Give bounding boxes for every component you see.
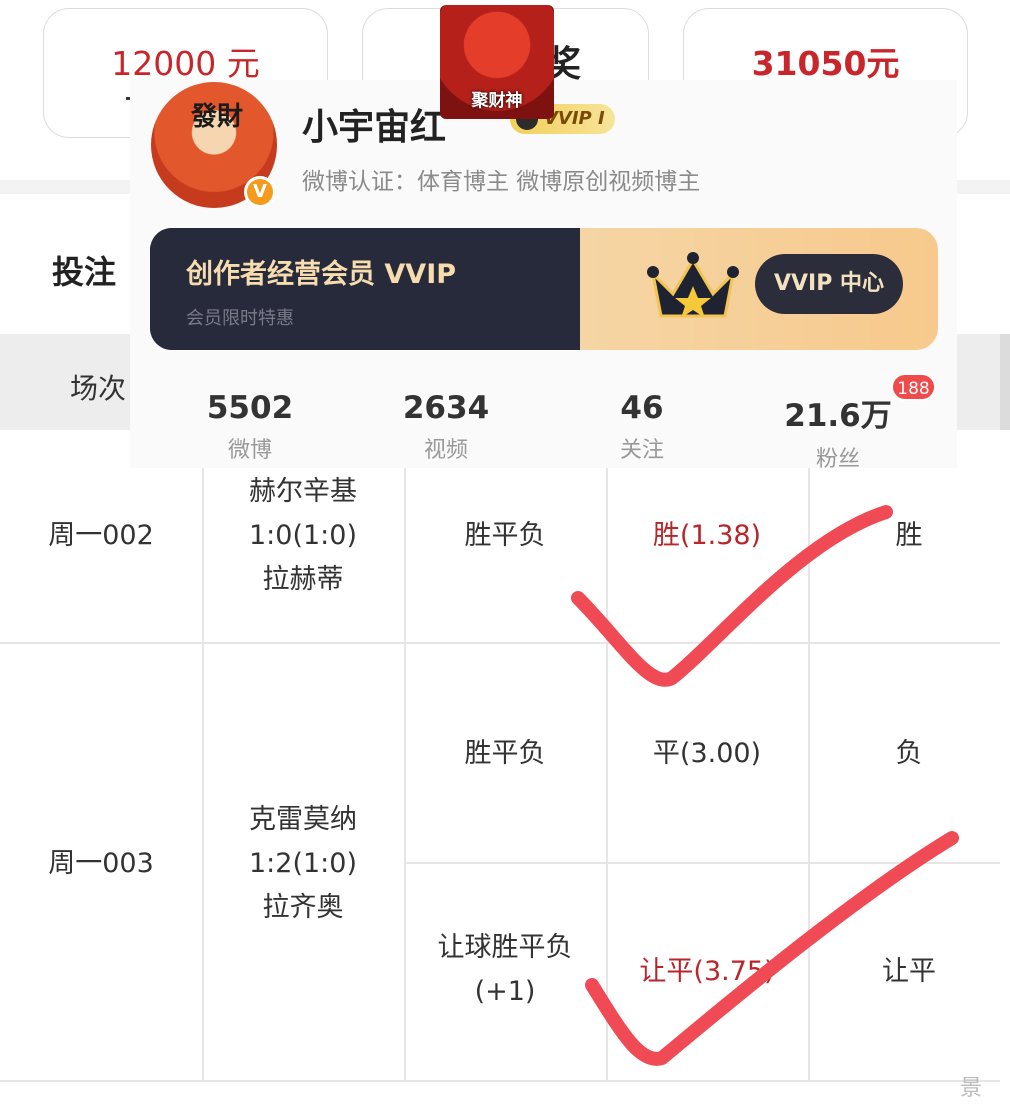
stat-fans[interactable]: 21.6万 粉丝 — [758, 390, 918, 473]
bet-type: 胜平负 — [464, 520, 546, 551]
away-team: 拉赫蒂 — [262, 564, 344, 595]
bet-result: 让平 — [882, 956, 936, 987]
vvip-banner[interactable]: 创作者经营会员 VVIP 会员限时特惠 VVIP 中心 — [150, 228, 938, 350]
match-score: 1:2(1:0) — [249, 848, 357, 879]
home-team: 赫尔辛基 — [249, 476, 357, 507]
stat-fans-label: 粉丝 — [815, 447, 860, 472]
scrollbar[interactable] — [1000, 334, 1010, 430]
table-header-col-session: 场次 — [70, 372, 127, 405]
match-info: 赫尔辛基 1:0(1:0) 拉赫蒂 — [202, 470, 404, 602]
vvip-banner-subtitle: 会员限时特惠 — [186, 308, 294, 329]
bet-type-name: 让球胜平负 — [437, 932, 573, 963]
sub-row-divider — [405, 862, 1000, 864]
stat-weibo-value: 5502 — [206, 390, 294, 426]
summary-card-cost-value: 12000 元 — [111, 44, 260, 83]
vvip-center-button[interactable]: VVIP 中心 — [755, 254, 903, 314]
match-id: 周一002 — [48, 520, 154, 551]
stat-video-label: 视频 — [423, 438, 468, 463]
summary-card-prize-value: 31050元 — [751, 44, 900, 83]
bet-pick: 胜(1.38) — [652, 520, 762, 551]
bet-type: 胜平负 — [464, 738, 546, 769]
profile-name[interactable]: 小宇宙红 — [302, 98, 446, 150]
match-score: 1:0(1:0) — [249, 520, 357, 551]
table-row[interactable]: 周一003 克雷莫纳 1:2(1:0) 拉齐奥 胜平负 平(3.00) 负 让球… — [0, 644, 1000, 1082]
bet-type: 让球胜平负 (+1) — [404, 926, 606, 1014]
stat-video[interactable]: 2634 视频 — [366, 390, 526, 464]
stat-following[interactable]: 46 关注 — [562, 390, 722, 464]
bet-pick: 平(3.00) — [652, 738, 762, 769]
avatar-text: 發財 — [191, 102, 244, 132]
corner-text: 景 — [960, 1076, 983, 1101]
verified-badge-icon: V — [244, 176, 276, 208]
bet-result: 胜 — [895, 520, 923, 551]
stat-weibo-label: 微博 — [227, 438, 272, 463]
fans-notification-badge: 188 — [891, 373, 936, 401]
verification-text: 微博认证：体育博主 微博原创视频博主 — [302, 169, 701, 195]
wealth-god-sticker: 聚财神 — [440, 5, 554, 119]
bet-result: 负 — [895, 738, 923, 769]
stat-following-label: 关注 — [619, 438, 664, 463]
match-info: 克雷莫纳 1:2(1:0) 拉齐奥 — [202, 798, 404, 930]
stat-video-value: 2634 — [402, 390, 490, 426]
stat-following-value: 46 — [620, 390, 664, 426]
away-team: 拉齐奥 — [262, 892, 344, 923]
section-title: 投注 — [52, 253, 117, 291]
table-body: 周一002 赫尔辛基 1:0(1:0) 拉赫蒂 胜平负 胜(1.38) 胜 周一… — [0, 430, 1000, 1082]
bet-type-handicap: (+1) — [474, 976, 536, 1007]
vvip-banner-title: 创作者经营会员 VVIP — [186, 259, 457, 290]
stat-weibo[interactable]: 5502 微博 — [170, 390, 330, 464]
home-team: 克雷莫纳 — [249, 804, 357, 835]
sticker-text: 聚财神 — [471, 91, 523, 111]
match-id: 周一003 — [48, 848, 154, 879]
bet-pick: 让平(3.75) — [639, 956, 775, 987]
crown-icon — [647, 252, 739, 318]
